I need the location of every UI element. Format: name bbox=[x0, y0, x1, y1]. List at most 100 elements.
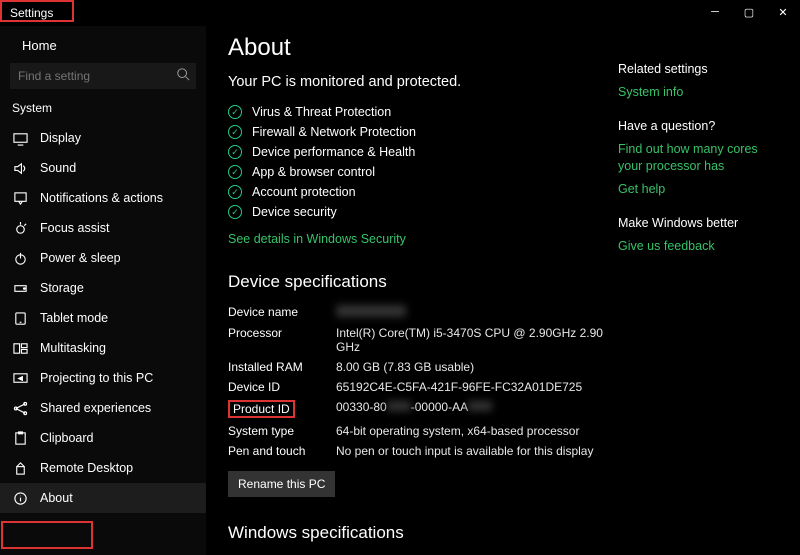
spec-label-processor: Processor bbox=[228, 326, 336, 354]
sidebar-item-storage[interactable]: Storage bbox=[0, 273, 206, 303]
highlight-productid: Product ID bbox=[228, 400, 295, 418]
sidebar-item-sound[interactable]: Sound bbox=[0, 153, 206, 183]
security-item: ✓Firewall & Network Protection bbox=[228, 122, 608, 142]
sidebar-item-shared[interactable]: Shared experiences bbox=[0, 393, 206, 423]
window-title: Settings bbox=[10, 6, 53, 20]
spec-value-deviceid: 65192C4E-C5FA-421F-96FE-FC32A01DE725 bbox=[336, 380, 608, 394]
titlebar: Settings bbox=[0, 0, 800, 26]
check-icon: ✓ bbox=[228, 165, 242, 179]
security-item: ✓ App & browser control bbox=[228, 162, 608, 182]
sidebar-item-label: Remote Desktop bbox=[40, 461, 133, 475]
projecting-icon bbox=[12, 370, 28, 386]
sidebar: Home System Display Sound Notifications … bbox=[0, 26, 206, 555]
remote-icon bbox=[12, 460, 28, 476]
spec-value-ram: 8.00 GB (7.83 GB usable) bbox=[336, 360, 608, 374]
sound-icon bbox=[12, 160, 28, 176]
window-controls: ─ ▢ ✕ bbox=[698, 0, 800, 24]
spec-label-productid: Product ID bbox=[228, 400, 336, 418]
sidebar-item-label: Tablet mode bbox=[40, 311, 108, 325]
storage-icon bbox=[12, 280, 28, 296]
related-heading: Related settings bbox=[618, 62, 768, 76]
get-help-link[interactable]: Get help bbox=[618, 181, 768, 198]
spec-value-processor: Intel(R) Core(TM) i5-3470S CPU @ 2.90GHz… bbox=[336, 326, 608, 354]
security-item: ✓ Device security bbox=[228, 202, 608, 222]
sidebar-item-power[interactable]: Power & sleep bbox=[0, 243, 206, 273]
search-input[interactable] bbox=[10, 63, 196, 89]
sidebar-item-about[interactable]: About bbox=[0, 483, 206, 513]
security-label: App & browser control bbox=[252, 165, 375, 179]
security-item: ✓ Account protection bbox=[228, 182, 608, 202]
sidebar-item-label: Clipboard bbox=[40, 431, 94, 445]
sidebar-item-tablet[interactable]: Tablet mode bbox=[0, 303, 206, 333]
security-label: Firewall & Network Protection bbox=[252, 125, 416, 139]
check-icon: ✓ bbox=[228, 105, 242, 119]
minimize-button[interactable]: ─ bbox=[698, 0, 732, 24]
about-icon bbox=[12, 490, 28, 506]
sidebar-item-label: Display bbox=[40, 131, 81, 145]
nav-list: Display Sound Notifications & actions Fo… bbox=[0, 123, 206, 513]
check-icon: ✓ bbox=[228, 205, 242, 219]
highlight-about bbox=[1, 521, 93, 549]
shared-icon bbox=[12, 400, 28, 416]
sidebar-item-display[interactable]: Display bbox=[0, 123, 206, 153]
spec-label-systemtype: System type bbox=[228, 424, 336, 438]
sidebar-item-label: Projecting to this PC bbox=[40, 371, 153, 385]
cores-link[interactable]: Find out how many cores your processor h… bbox=[618, 141, 768, 175]
focus-icon bbox=[12, 220, 28, 236]
monitored-text: Your PC is monitored and protected. bbox=[228, 74, 608, 90]
tablet-icon bbox=[12, 310, 28, 326]
power-icon bbox=[12, 250, 28, 266]
sidebar-item-label: Shared experiences bbox=[40, 401, 151, 415]
spec-value-pen: No pen or touch input is available for t… bbox=[336, 444, 608, 458]
sidebar-item-label: Multitasking bbox=[40, 341, 106, 355]
content: About Your PC is monitored and protected… bbox=[228, 34, 608, 555]
spec-label-devicename: Device name bbox=[228, 305, 336, 320]
sidebar-item-notifications[interactable]: Notifications & actions bbox=[0, 183, 206, 213]
spec-value-devicename bbox=[336, 305, 608, 320]
close-button[interactable]: ✕ bbox=[766, 0, 800, 24]
sidebar-item-label: Power & sleep bbox=[40, 251, 121, 265]
check-icon: ✓ bbox=[228, 185, 242, 199]
sidebar-item-remote[interactable]: Remote Desktop bbox=[0, 453, 206, 483]
security-item: ✓ Device performance & Health bbox=[228, 142, 608, 162]
sidebar-item-label: About bbox=[40, 491, 73, 505]
windows-spec-heading: Windows specifications bbox=[228, 523, 608, 543]
spec-label-ram: Installed RAM bbox=[228, 360, 336, 374]
main-area: About Your PC is monitored and protected… bbox=[206, 26, 800, 555]
search-box[interactable] bbox=[10, 63, 196, 89]
maximize-button[interactable]: ▢ bbox=[732, 0, 766, 24]
security-details-link[interactable]: See details in Windows Security bbox=[228, 232, 406, 246]
security-label: Device performance & Health bbox=[252, 145, 415, 159]
display-icon bbox=[12, 130, 28, 146]
spec-label-deviceid: Device ID bbox=[228, 380, 336, 394]
security-item: ✓ Virus & Threat Protection bbox=[228, 102, 608, 122]
section-label: System bbox=[0, 101, 206, 123]
sidebar-item-label: Notifications & actions bbox=[40, 191, 163, 205]
sidebar-item-label: Sound bbox=[40, 161, 76, 175]
sidebar-item-focus-assist[interactable]: Focus assist bbox=[0, 213, 206, 243]
page-title: About bbox=[228, 34, 608, 62]
home-label: Home bbox=[22, 38, 57, 53]
sidebar-item-projecting[interactable]: Projecting to this PC bbox=[0, 363, 206, 393]
spec-value-productid: 00330-80-00000-AA bbox=[336, 400, 608, 418]
sidebar-item-clipboard[interactable]: Clipboard bbox=[0, 423, 206, 453]
search-icon bbox=[176, 67, 190, 84]
spec-value-systemtype: 64-bit operating system, x64-based proce… bbox=[336, 424, 608, 438]
sidebar-item-label: Focus assist bbox=[40, 221, 109, 235]
notifications-icon bbox=[12, 190, 28, 206]
security-label: Device security bbox=[252, 205, 337, 219]
device-specs: Device name ProcessorIntel(R) Core(TM) i… bbox=[228, 302, 608, 461]
question-heading: Have a question? bbox=[618, 119, 768, 133]
check-icon: ✓ bbox=[228, 145, 242, 159]
security-label: Virus & Threat Protection bbox=[252, 105, 391, 119]
rename-pc-button[interactable]: Rename this PC bbox=[228, 471, 335, 497]
spec-label-pen: Pen and touch bbox=[228, 444, 336, 458]
multitasking-icon bbox=[12, 340, 28, 356]
right-rail: Related settings System info Have a ques… bbox=[608, 34, 778, 555]
home-link[interactable]: Home bbox=[0, 32, 206, 63]
sidebar-item-multitasking[interactable]: Multitasking bbox=[0, 333, 206, 363]
feedback-link[interactable]: Give us feedback bbox=[618, 238, 768, 255]
security-label: Account protection bbox=[252, 185, 356, 199]
improve-heading: Make Windows better bbox=[618, 216, 768, 230]
system-info-link[interactable]: System info bbox=[618, 84, 768, 101]
